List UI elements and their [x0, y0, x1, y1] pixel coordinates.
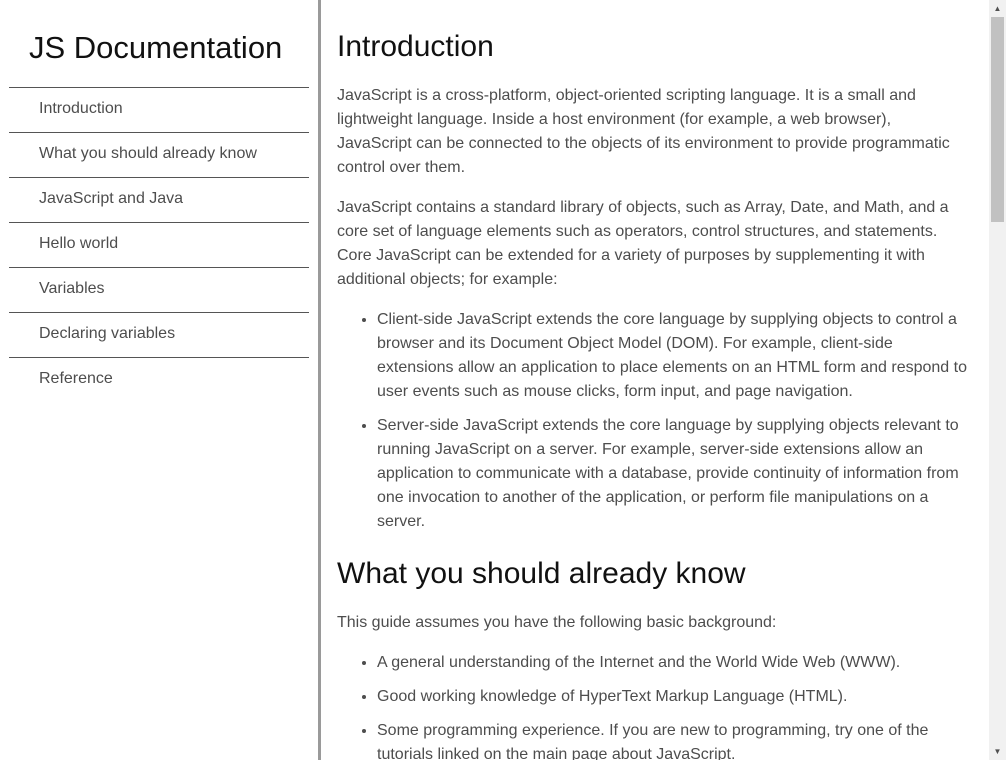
nav-item: Declaring variables: [9, 312, 309, 357]
scroll-thumb[interactable]: [991, 17, 1004, 222]
nav-list: Introduction What you should already kno…: [9, 87, 309, 402]
nav-item: JavaScript and Java: [9, 177, 309, 222]
paragraph: This guide assumes you have the followin…: [337, 614, 777, 631]
nav-item: What you should already know: [9, 132, 309, 177]
bullet-list: Client-side JavaScript extends the core …: [337, 308, 969, 534]
list-item: Client-side JavaScript extends the core …: [377, 308, 969, 404]
nav-link-javascript-and-java[interactable]: JavaScript and Java: [9, 178, 309, 220]
nav-item: Variables: [9, 267, 309, 312]
app-window: JS Documentation Introduction What you s…: [0, 0, 1006, 760]
nav-link-reference[interactable]: Reference: [9, 358, 309, 400]
nav-link-hello-world[interactable]: Hello world: [9, 223, 309, 265]
paragraph: JavaScript is a cross-platform, object-o…: [337, 87, 950, 176]
nav-link-introduction[interactable]: Introduction: [9, 88, 309, 130]
section-title: Introduction: [337, 30, 494, 63]
nav-link-variables[interactable]: Variables: [9, 268, 309, 310]
scroll-down-icon[interactable]: ▼: [989, 743, 1006, 760]
scroll-up-icon[interactable]: ▲: [989, 0, 1006, 17]
nav-item: Hello world: [9, 222, 309, 267]
nav-item: Introduction: [9, 87, 309, 132]
paragraph: JavaScript contains a standard library o…: [337, 199, 949, 288]
nav-link-what-you-should-already-know[interactable]: What you should already know: [9, 133, 309, 175]
navbar: JS Documentation Introduction What you s…: [0, 0, 318, 760]
list-item: A general understanding of the Internet …: [377, 651, 969, 675]
nav-link-declaring-variables[interactable]: Declaring variables: [9, 313, 309, 355]
nav-item: Reference: [9, 357, 309, 402]
list-item: Server-side JavaScript extends the core …: [377, 414, 969, 534]
list-item: Good working knowledge of HyperText Mark…: [377, 685, 969, 709]
section-title: What you should already know: [337, 557, 746, 590]
vertical-scrollbar[interactable]: ▲ ▼: [989, 0, 1006, 760]
bullet-list: A general understanding of the Internet …: [337, 651, 969, 760]
sidebar-title: JS Documentation: [29, 30, 283, 65]
list-item: Some programming experience. If you are …: [377, 719, 969, 760]
main-doc[interactable]: Introduction JavaScript is a cross-platf…: [321, 0, 989, 760]
